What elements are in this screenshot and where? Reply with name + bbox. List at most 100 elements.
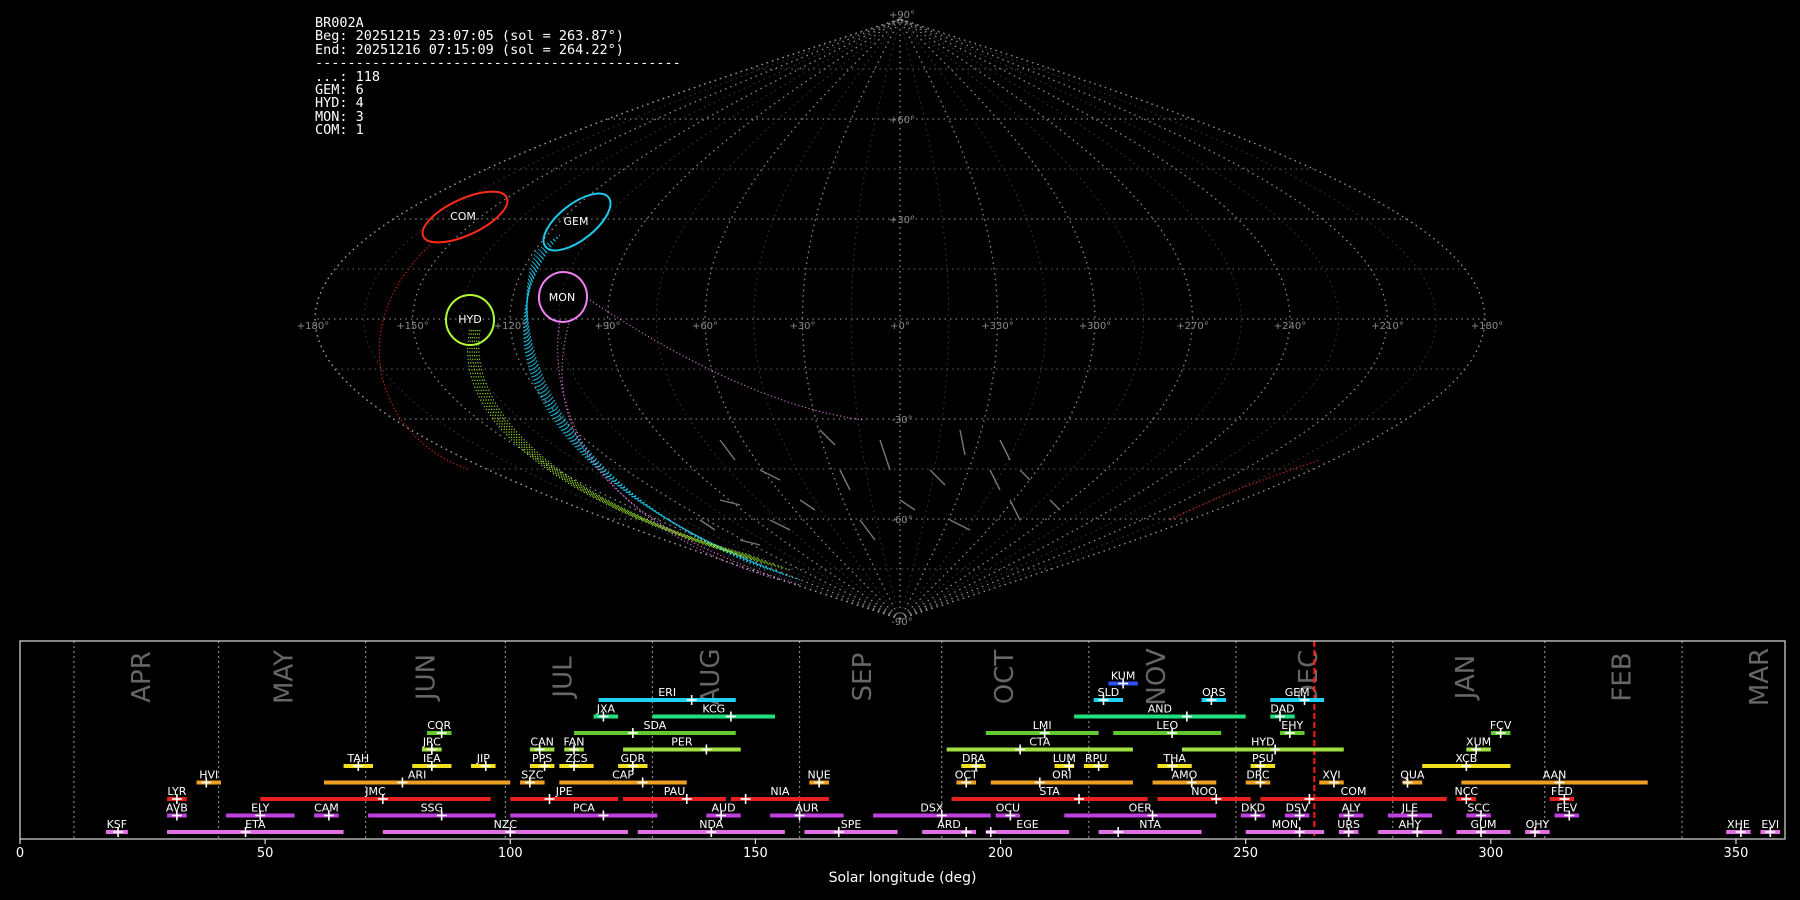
shower-label: ORS	[1202, 686, 1225, 699]
shower-label: FEV	[1556, 802, 1577, 815]
sporadic-track	[759, 469, 781, 481]
shower-label: RPU	[1085, 752, 1107, 765]
longitude-label: +150°	[396, 321, 428, 332]
shower-label: COM	[1341, 785, 1367, 798]
sporadic-track	[959, 429, 966, 456]
shower-avb: AVB	[166, 802, 188, 821]
shower-label: SLD	[1098, 686, 1120, 699]
longitude-label: +60°	[692, 321, 718, 332]
shower-jpe: JPE	[510, 785, 619, 804]
shower-label: AUD	[712, 802, 736, 815]
shower-tah: TAH	[343, 752, 373, 771]
shower-label: FED	[1551, 785, 1573, 798]
shower-kcg: KCG	[652, 703, 776, 722]
month-label: SEP	[848, 653, 878, 702]
shower-label: QUA	[1400, 769, 1425, 782]
shower-label: DKD	[1241, 802, 1265, 815]
hyd-track	[469, 329, 783, 568]
shower-label: EHY	[1281, 719, 1303, 732]
shower-bars: KSF ETA NZC NDA SPE ARD EGE NTA MON URS AHY GUM OHY X…	[105, 641, 1781, 839]
shower-label: ERI	[658, 686, 676, 699]
month-label: APR	[127, 651, 157, 703]
shower-sld: SLD	[1093, 686, 1124, 705]
shower-label: ARD	[937, 818, 961, 831]
shower-label: DSV	[1286, 802, 1309, 815]
shower-label: JIP	[476, 752, 490, 765]
shower-label: NZC	[494, 818, 518, 831]
shower-label: XUM	[1466, 736, 1491, 749]
x-tick-label: 350	[1724, 846, 1749, 861]
hyd-track	[475, 329, 759, 559]
shower-xhe: XHE	[1726, 818, 1751, 837]
longitude-label: +30°	[789, 321, 815, 332]
hyd-track	[471, 329, 775, 565]
sporadic-track	[989, 469, 1001, 491]
radiant-label: COM	[450, 210, 476, 223]
shower-ard: ARD	[922, 818, 977, 837]
shower-ahy: AHY	[1378, 818, 1442, 837]
shower-nda: NDA	[637, 818, 785, 837]
longitude-label: +210°	[1371, 321, 1403, 332]
month-label: JAN	[1451, 655, 1481, 701]
hyd-track	[473, 329, 767, 562]
month-label: JUL	[549, 656, 579, 700]
shower-label: LMI	[1033, 719, 1052, 732]
x-tick-label: 150	[743, 846, 768, 861]
shower-label: OCT	[955, 769, 978, 782]
sporadic-track	[1019, 469, 1031, 481]
shower-label: AUR	[795, 802, 819, 815]
shower-label: OHY	[1526, 818, 1550, 831]
latitude-label: +60°	[889, 115, 915, 126]
shower-label: DRA	[962, 752, 986, 765]
shower-spe: SPE	[804, 818, 898, 837]
shower-label: XCB	[1455, 752, 1477, 765]
x-tick-label: 50	[257, 846, 274, 861]
shower-label: OCU	[996, 802, 1020, 815]
shower-label: EVI	[1761, 818, 1779, 831]
shower-label: DRC	[1246, 769, 1270, 782]
shower-label: JLE	[1401, 802, 1418, 815]
shower-label: PPS	[532, 752, 552, 765]
sporadic-track	[1009, 499, 1021, 521]
shower-pca: PCA	[510, 802, 658, 821]
shower-label: GUM	[1470, 818, 1496, 831]
sporadic-track	[949, 519, 971, 531]
shower-label: NOO	[1191, 785, 1217, 798]
count-line: GEM: 6	[315, 82, 364, 99]
longitude-label: +270°	[1176, 321, 1208, 332]
shower-label: NUE	[808, 769, 831, 782]
shower-hvi: HVI	[196, 769, 222, 788]
longitude-label: +180°	[1471, 321, 1503, 332]
shower-label: AAN	[1543, 769, 1567, 782]
shower-dsx: DSX	[873, 802, 991, 821]
shower-label: NIA	[770, 785, 789, 798]
shower-label: JXA	[596, 703, 616, 716]
shower-aur: AUR	[770, 802, 844, 821]
shower-ari: ARI	[323, 769, 511, 788]
shower-label: AMO	[1172, 769, 1198, 782]
month-label: MAR	[1745, 648, 1775, 706]
shower-cam: CAM	[314, 802, 339, 821]
shower-label: SSG	[421, 802, 444, 815]
shower-label: AHY	[1399, 818, 1422, 831]
shower-label: OER	[1129, 802, 1153, 815]
longitude-label: +0°	[890, 321, 910, 332]
shower-nue: NUE	[808, 769, 831, 788]
shower-label: PCA	[573, 802, 595, 815]
shower-label: FAN	[563, 736, 584, 749]
longitude-label: +180°	[297, 321, 329, 332]
radiant-label: MON	[549, 291, 575, 304]
shower-label: EGE	[1016, 818, 1038, 831]
shower-label: PAU	[664, 785, 686, 798]
meridian-line	[850, 18, 901, 620]
month-label: OCT	[990, 650, 1020, 705]
month-label: AUG	[696, 649, 726, 706]
shower-label: CAP	[612, 769, 634, 782]
shower-label: CAM	[314, 802, 339, 815]
x-axis-label: Solar longitude (deg)	[829, 870, 977, 886]
shower-label: NDA	[699, 818, 724, 831]
x-tick-label: 300	[1478, 846, 1503, 861]
longitude-label: +300°	[1079, 321, 1111, 332]
month-label: NOV	[1142, 648, 1172, 705]
shower-label: ZCS	[565, 752, 587, 765]
